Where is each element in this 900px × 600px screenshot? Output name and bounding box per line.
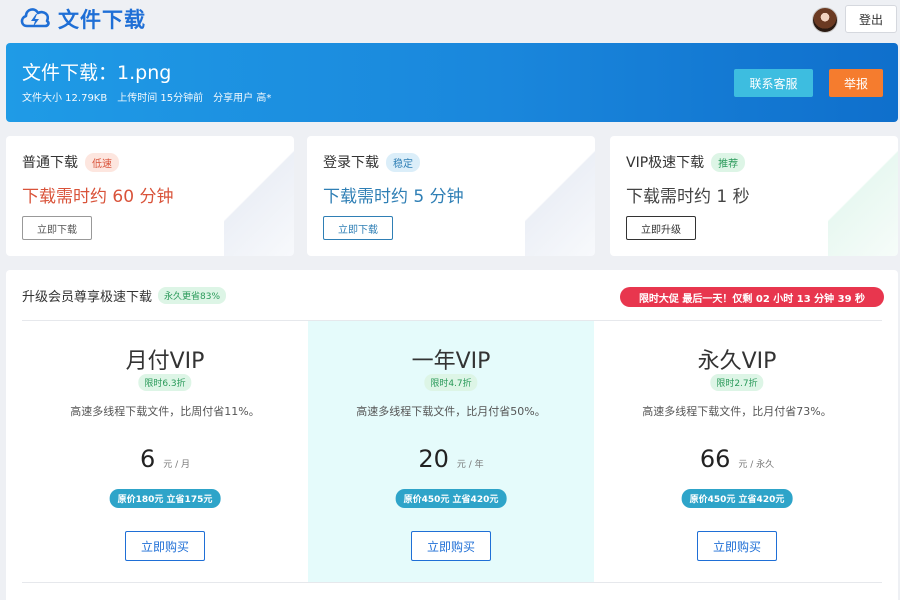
plan-price: 20 元 / 年 xyxy=(308,445,594,473)
divider xyxy=(22,582,882,583)
file-banner: 文件下载：1.png 文件大小 12.79KB 上传时间 15分钟前 分享用户 … xyxy=(6,43,898,122)
plan-lifetime: 永久VIP 限时2.7折 高速多线程下载文件，比月付省73%。 66 元 / 永… xyxy=(594,321,880,582)
brand-title: 文件下载 xyxy=(58,8,146,32)
download-time: 下载需时约 1 秒 xyxy=(626,187,750,207)
plan-monthly: 月付VIP 限时6.3折 高速多线程下载文件，比周付省11%。 6 元 / 月 … xyxy=(22,321,308,582)
login-download-button[interactable]: 立即下载 xyxy=(323,216,393,240)
download-now-button[interactable]: 立即下载 xyxy=(22,216,92,240)
price-value: 6 xyxy=(139,445,156,473)
card-title: 普通下载 xyxy=(22,155,78,171)
file-title: 文件下载：1.png xyxy=(22,62,172,84)
brand[interactable]: 文件下载 xyxy=(18,5,146,33)
recommend-badge: 推荐 xyxy=(711,152,746,172)
upgrade-now-button[interactable]: 立即升级 xyxy=(626,216,696,240)
vip-section: 升级会员尊享极速下载 永久更省83% 限时大促 最后一天！仅剩 02 小时 13… xyxy=(6,270,898,600)
top-bar: 文件下载 登出 xyxy=(0,0,900,40)
discount-badge: 限时2.7折 xyxy=(710,374,764,391)
price-unit: 元 / 年 xyxy=(456,460,484,470)
buy-now-button[interactable]: 立即购买 xyxy=(125,531,205,561)
card-title: VIP极速下载 xyxy=(626,155,705,171)
plan-name: 月付VIP xyxy=(125,349,205,374)
discount-badge: 限时4.7折 xyxy=(424,374,478,391)
normal-download-card: 普通下载 低速 下载需时约 60 分钟 立即下载 xyxy=(6,136,294,256)
logout-button[interactable]: 登出 xyxy=(845,5,897,33)
avatar[interactable] xyxy=(812,7,838,33)
file-meta: 文件大小 12.79KB 上传时间 15分钟前 分享用户 高* xyxy=(22,89,271,104)
price-unit: 元 / 月 xyxy=(163,460,191,470)
login-download-card: 登录下载 稳定 下载需时约 5 分钟 立即下载 xyxy=(307,136,595,256)
plan-price: 6 元 / 月 xyxy=(22,445,308,473)
upload-time: 上传时间 15分钟前 xyxy=(117,93,204,104)
promo-countdown-badge: 限时大促 最后一天！仅剩 02 小时 13 分钟 39 秒 xyxy=(620,287,884,307)
report-button[interactable]: 举报 xyxy=(829,69,883,97)
card-title: 登录下载 xyxy=(323,155,379,171)
savings-badge: 永久更省83% xyxy=(158,287,227,304)
plan-description: 高速多线程下载文件，比月付省50%。 xyxy=(356,405,546,418)
vip-section-title: 升级会员尊享极速下载 xyxy=(22,290,153,305)
file-size: 文件大小 12.79KB xyxy=(22,93,108,104)
price-unit: 元 / 永久 xyxy=(738,460,775,470)
original-price-badge: 原价450元 立省420元 xyxy=(681,489,793,508)
contact-support-button[interactable]: 联系客服 xyxy=(734,69,813,97)
plan-yearly: 一年VIP 限时4.7折 高速多线程下载文件，比月付省50%。 20 元 / 年… xyxy=(308,321,594,582)
original-price-badge: 原价180元 立省175元 xyxy=(109,489,221,508)
plan-price: 66 元 / 永久 xyxy=(594,445,880,473)
download-time: 下载需时约 60 分钟 xyxy=(22,187,174,207)
sharer: 分享用户 高* xyxy=(213,93,272,104)
plan-description: 高速多线程下载文件，比月付省73%。 xyxy=(642,405,832,418)
original-price-badge: 原价450元 立省420元 xyxy=(395,489,507,508)
plan-description: 高速多线程下载文件，比周付省11%。 xyxy=(70,405,260,418)
plan-name: 永久VIP xyxy=(697,349,777,374)
price-value: 66 xyxy=(699,445,731,473)
speed-badge: 稳定 xyxy=(386,152,420,172)
plan-name: 一年VIP xyxy=(411,349,491,374)
discount-badge: 限时6.3折 xyxy=(138,374,192,391)
buy-now-button[interactable]: 立即购买 xyxy=(697,531,777,561)
cloud-lightning-icon xyxy=(18,4,52,34)
price-value: 20 xyxy=(418,445,449,473)
vip-download-card: VIP极速下载 推荐 下载需时约 1 秒 立即升级 xyxy=(610,136,898,256)
speed-badge: 低速 xyxy=(85,152,119,172)
download-time: 下载需时约 5 分钟 xyxy=(323,187,464,207)
buy-now-button[interactable]: 立即购买 xyxy=(411,531,491,561)
